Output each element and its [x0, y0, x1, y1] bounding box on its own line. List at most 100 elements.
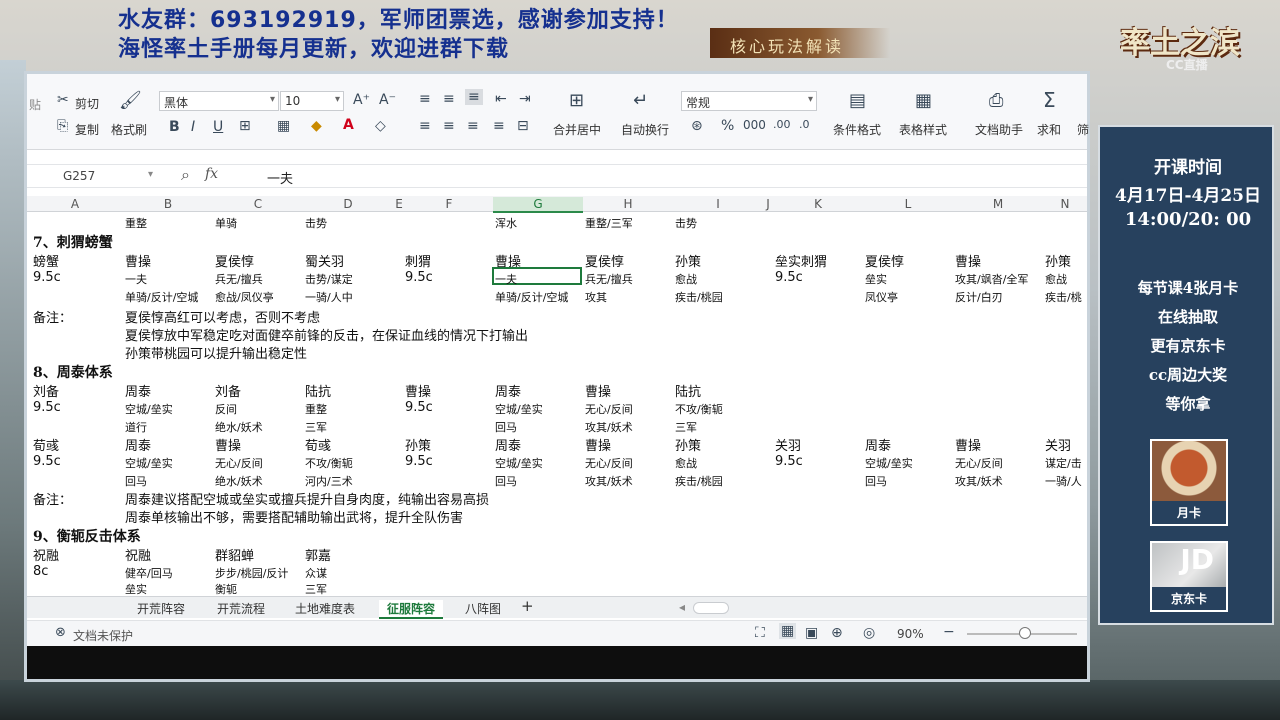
cell[interactable]: 击势 [305, 215, 327, 231]
number-format-select[interactable]: 常规 [681, 91, 817, 111]
cell[interactable]: 曹操 [405, 381, 431, 400]
wrap-text-button[interactable]: 自动换行 [621, 121, 669, 138]
eye-protection-icon[interactable]: ◎ [863, 625, 875, 641]
cell[interactable]: 空城/垒实 [125, 401, 173, 417]
cell[interactable]: 凤仪亭 [865, 289, 898, 305]
cell[interactable]: 健卒/回马 [125, 565, 173, 581]
font-color-icon[interactable]: A [343, 117, 354, 133]
cell[interactable]: 祝融 [125, 545, 151, 564]
cell[interactable]: 击势 [675, 215, 697, 231]
protect-status[interactable]: 文档未保护 [73, 627, 133, 644]
cell[interactable]: 孙策 [675, 435, 701, 454]
normal-view-icon[interactable]: ▦ [779, 623, 797, 639]
cell[interactable]: 攻其/妖术 [955, 473, 1003, 489]
zoom-out-icon[interactable]: − [943, 624, 955, 640]
scroll-left-icon[interactable]: ◂ [679, 600, 685, 614]
col-b[interactable]: B [123, 197, 213, 211]
cell[interactable]: 道行 [125, 419, 147, 435]
cell[interactable]: 孙策 [405, 435, 431, 454]
cell[interactable]: 步步/桃园/反计 [215, 565, 288, 581]
fx-icon[interactable]: fx [205, 166, 218, 182]
cell[interactable]: 衡轭 [215, 581, 237, 596]
cell[interactable]: 反计/白刃 [955, 289, 1003, 305]
distribute-icon[interactable]: ⊟ [517, 118, 529, 134]
cell[interactable]: 9.5c [405, 400, 433, 415]
cell[interactable]: 刺猬 [405, 251, 431, 270]
cell[interactable]: 孙策 [675, 251, 701, 270]
horizontal-scrollbar[interactable] [693, 602, 729, 614]
bold-button[interactable]: B [169, 119, 180, 135]
cell[interactable]: 周泰 [865, 435, 891, 454]
fullscreen-icon[interactable]: ⛶ [755, 625, 765, 641]
increase-font-icon[interactable]: A⁺ [353, 92, 370, 108]
align-left-icon[interactable]: ≡ [419, 118, 431, 134]
cell[interactable]: 陆抗 [675, 381, 701, 400]
font-family-select[interactable]: 黑体 [159, 91, 279, 111]
cell[interactable]: 垒实 [125, 581, 147, 596]
indent-decrease-icon[interactable]: ⇤ [495, 91, 507, 107]
cell[interactable]: 绝水/妖术 [215, 419, 263, 435]
cell[interactable]: 曹操 [955, 251, 981, 270]
cell[interactable]: 曹操 [585, 381, 611, 400]
note-line[interactable]: 夏侯惇高红可以考虑，否则不考虑 [125, 307, 320, 326]
sheet-tab-active[interactable]: 征服阵容 [379, 600, 444, 619]
cell[interactable]: 陆抗 [305, 381, 331, 400]
note-line[interactable]: 周泰单核输出不够，需要搭配辅助输出武将，提升全队伤害 [125, 507, 463, 526]
section-heading-8[interactable]: 8、周泰体系 [33, 362, 113, 382]
col-a[interactable]: A [27, 197, 123, 211]
cell[interactable]: 8c [33, 564, 48, 579]
section-heading-9[interactable]: 9、衡轭反击体系 [33, 526, 141, 546]
cell[interactable]: 疾击/桃园 [675, 289, 723, 305]
sheet-tab[interactable]: 八阵图 [465, 600, 501, 617]
note-line[interactable]: 周泰建议搭配空城或垒实或擅兵提升自身肉度，纯输出容易高损 [125, 489, 489, 508]
doc-helper-button[interactable]: 文档助手 [975, 121, 1023, 138]
cell[interactable]: 单骑 [215, 215, 237, 231]
cell[interactable]: 不攻/衡轭 [305, 455, 353, 471]
cell[interactable]: 曹操 [585, 435, 611, 454]
cell[interactable]: 回马 [125, 473, 147, 489]
note-label[interactable]: 备注： [33, 307, 72, 326]
cell[interactable]: 众谋 [305, 565, 327, 581]
name-box[interactable]: G257 [31, 167, 157, 187]
col-l[interactable]: L [863, 197, 953, 211]
decrease-decimal-icon[interactable]: .0 [799, 118, 810, 131]
cell[interactable]: 周泰 [495, 435, 521, 454]
note-label[interactable]: 备注： [33, 489, 72, 508]
page-layout-icon[interactable]: ▣ [805, 625, 818, 641]
filter-button[interactable]: 筛 [1077, 121, 1089, 138]
cell[interactable]: 兵无/擅兵 [585, 271, 633, 287]
percent-icon[interactable]: % [721, 118, 734, 134]
cell[interactable]: 垒实 [865, 271, 887, 287]
cell[interactable]: 重整 [305, 401, 327, 417]
zoom-level[interactable]: 90% [897, 627, 924, 641]
table-style-button[interactable]: 表格样式 [899, 121, 947, 138]
eraser-icon[interactable]: ◇ [375, 118, 386, 134]
cell[interactable]: 周泰 [495, 381, 521, 400]
sum-button[interactable]: 求和 [1037, 121, 1061, 138]
cell[interactable]: 愈战 [1045, 271, 1067, 287]
cell[interactable]: 9.5c [33, 400, 61, 415]
cell[interactable]: 一夫 [125, 271, 147, 287]
cell[interactable]: 周泰 [125, 381, 151, 400]
cell[interactable]: 浑水 [495, 215, 517, 231]
cell[interactable]: 击势/谋定 [305, 271, 353, 287]
cell[interactable]: 攻其/飒沓/全军 [955, 271, 1028, 287]
merge-center-button[interactable]: 合并居中 [553, 121, 601, 138]
decrease-font-icon[interactable]: A⁻ [379, 92, 396, 108]
cell[interactable]: 三军 [305, 581, 327, 596]
cell[interactable]: 空城/垒实 [495, 455, 543, 471]
sheet-tab[interactable]: 土地难度表 [295, 600, 355, 617]
thousands-icon[interactable]: 000 [743, 118, 766, 132]
cell[interactable]: 三军 [675, 419, 697, 435]
cell[interactable]: 关羽 [1045, 435, 1071, 454]
cell[interactable]: 疾击/桃园 [675, 473, 723, 489]
conditional-format-button[interactable]: 条件格式 [833, 121, 881, 138]
cell[interactable]: 群貂蝉 [215, 545, 254, 564]
cell[interactable]: 刘备 [215, 381, 241, 400]
cell[interactable]: 谋定/击 [1045, 455, 1082, 471]
highlight-icon[interactable]: ◆ [311, 118, 322, 134]
cell[interactable]: 愈战 [675, 455, 697, 471]
search-icon[interactable]: ⌕ [181, 165, 190, 185]
cell[interactable]: 曹操 [955, 435, 981, 454]
indent-increase-icon[interactable]: ⇥ [519, 91, 531, 107]
